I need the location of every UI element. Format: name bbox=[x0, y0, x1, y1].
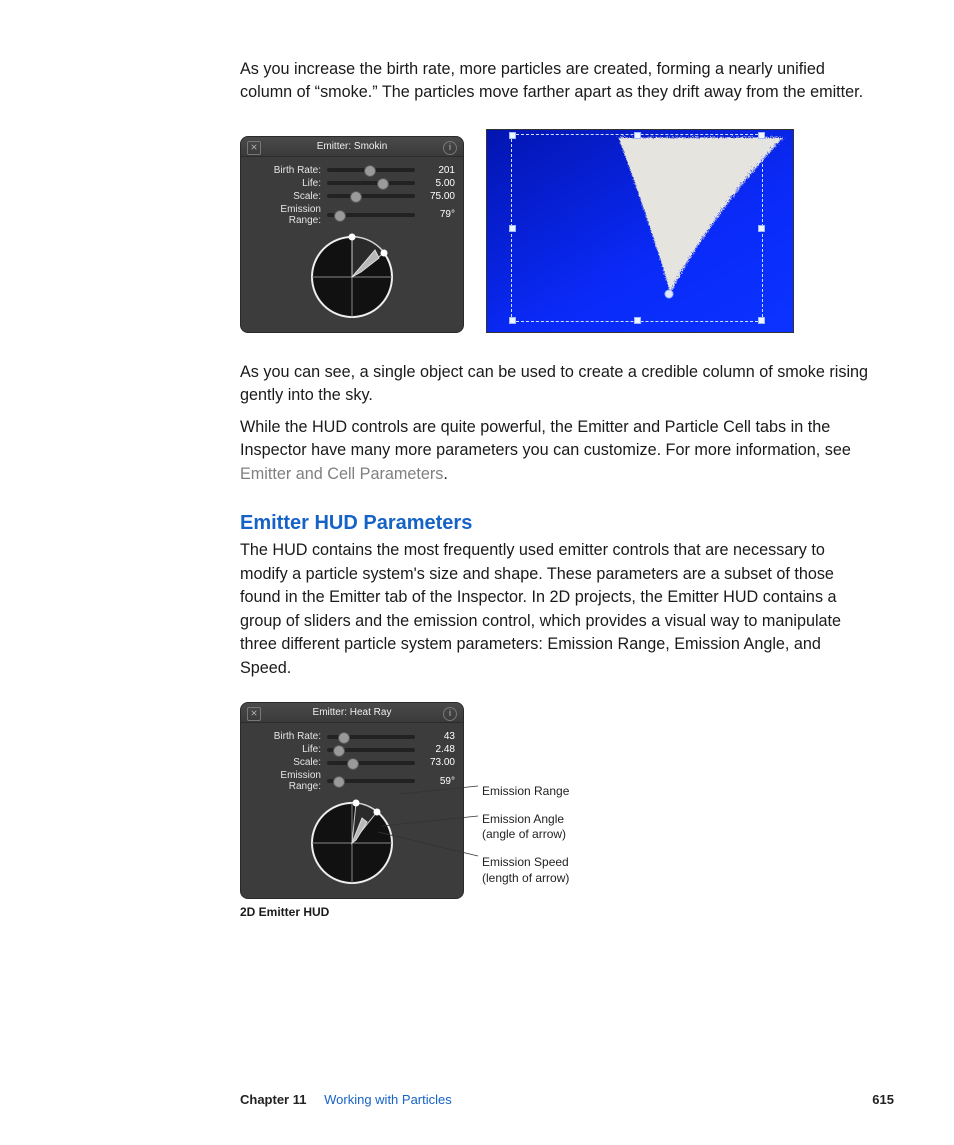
callout-emission-speed: Emission Speed(length of arrow) bbox=[482, 855, 569, 886]
slider-track[interactable] bbox=[327, 213, 415, 217]
slider-track[interactable] bbox=[327, 194, 415, 198]
callout-emission-range: Emission Range bbox=[482, 784, 569, 800]
figure-row-1: ⨯ Emitter: Smokin i Birth Rate: 201 Life… bbox=[240, 129, 869, 333]
slider-knob[interactable] bbox=[347, 758, 359, 770]
info-icon[interactable]: i bbox=[443, 707, 457, 721]
slider-row-birthrate: Birth Rate: 201 bbox=[249, 165, 455, 176]
slider-track[interactable] bbox=[327, 779, 415, 783]
callout-labels: Emission Range Emission Angle(angle of a… bbox=[482, 784, 569, 898]
selection-box[interactable] bbox=[511, 134, 763, 322]
slider-track[interactable] bbox=[327, 748, 415, 752]
slider-row-emission-range: Emission Range: 59° bbox=[249, 770, 455, 792]
slider-value: 79° bbox=[421, 209, 455, 220]
slider-value: 201 bbox=[421, 165, 455, 176]
slider-row-scale: Scale: 73.00 bbox=[249, 757, 455, 768]
close-icon[interactable]: ⨯ bbox=[247, 141, 261, 155]
callout-emission-angle: Emission Angle(angle of arrow) bbox=[482, 812, 569, 843]
canvas-preview bbox=[486, 129, 794, 333]
slider-row-birthrate: Birth Rate: 43 bbox=[249, 731, 455, 742]
emission-dial-icon[interactable] bbox=[307, 798, 397, 888]
cross-reference-link[interactable]: Emitter and Cell Parameters bbox=[240, 465, 443, 483]
chapter-number: Chapter 11 bbox=[240, 1092, 306, 1107]
emitter-hud-heatray: ⨯ Emitter: Heat Ray i Birth Rate: 43 Lif… bbox=[240, 702, 464, 899]
hud-title: Emitter: Smokin bbox=[317, 141, 388, 152]
slider-value: 43 bbox=[421, 731, 455, 742]
slider-track[interactable] bbox=[327, 181, 415, 185]
slider-knob[interactable] bbox=[333, 776, 345, 788]
slider-label: Birth Rate: bbox=[249, 731, 321, 742]
slider-value: 5.00 bbox=[421, 178, 455, 189]
emission-dial-icon[interactable] bbox=[307, 232, 397, 322]
slider-label: Life: bbox=[249, 178, 321, 189]
emitter-hud-smokin: ⨯ Emitter: Smokin i Birth Rate: 201 Life… bbox=[240, 136, 464, 333]
slider-row-life: Life: 2.48 bbox=[249, 744, 455, 755]
slider-knob[interactable] bbox=[338, 732, 350, 744]
slider-label: Emission Range: bbox=[249, 770, 321, 792]
chapter-title: Working with Particles bbox=[324, 1092, 452, 1107]
slider-track[interactable] bbox=[327, 761, 415, 765]
slider-value: 2.48 bbox=[421, 744, 455, 755]
paragraph: As you increase the birth rate, more par… bbox=[240, 58, 869, 105]
slider-value: 75.00 bbox=[421, 191, 455, 202]
slider-label: Life: bbox=[249, 744, 321, 755]
slider-value: 73.00 bbox=[421, 757, 455, 768]
hud-title: Emitter: Heat Ray bbox=[313, 707, 392, 718]
page-footer: Chapter 11 Working with Particles 615 bbox=[240, 1092, 894, 1107]
figure-caption: 2D Emitter HUD bbox=[240, 905, 869, 919]
slider-knob[interactable] bbox=[334, 210, 346, 222]
slider-knob[interactable] bbox=[333, 745, 345, 757]
slider-label: Scale: bbox=[249, 757, 321, 768]
text-run: While the HUD controls are quite powerfu… bbox=[240, 418, 851, 459]
close-icon[interactable]: ⨯ bbox=[247, 707, 261, 721]
slider-label: Emission Range: bbox=[249, 204, 321, 226]
page-number: 615 bbox=[872, 1092, 894, 1107]
slider-knob[interactable] bbox=[377, 178, 389, 190]
slider-label: Birth Rate: bbox=[249, 165, 321, 176]
figure-row-2: ⨯ Emitter: Heat Ray i Birth Rate: 43 Lif… bbox=[240, 702, 660, 899]
slider-value: 59° bbox=[421, 776, 455, 787]
slider-row-scale: Scale: 75.00 bbox=[249, 191, 455, 202]
slider-knob[interactable] bbox=[350, 191, 362, 203]
paragraph: As you can see, a single object can be u… bbox=[240, 361, 869, 408]
section-heading: Emitter HUD Parameters bbox=[240, 512, 869, 535]
text-run: . bbox=[443, 465, 448, 483]
paragraph: The HUD contains the most frequently use… bbox=[240, 539, 869, 680]
slider-row-emission-range: Emission Range: 79° bbox=[249, 204, 455, 226]
slider-label: Scale: bbox=[249, 191, 321, 202]
slider-row-life: Life: 5.00 bbox=[249, 178, 455, 189]
slider-knob[interactable] bbox=[364, 165, 376, 177]
slider-track[interactable] bbox=[327, 735, 415, 739]
paragraph: While the HUD controls are quite powerfu… bbox=[240, 416, 869, 486]
slider-track[interactable] bbox=[327, 168, 415, 172]
info-icon[interactable]: i bbox=[443, 141, 457, 155]
